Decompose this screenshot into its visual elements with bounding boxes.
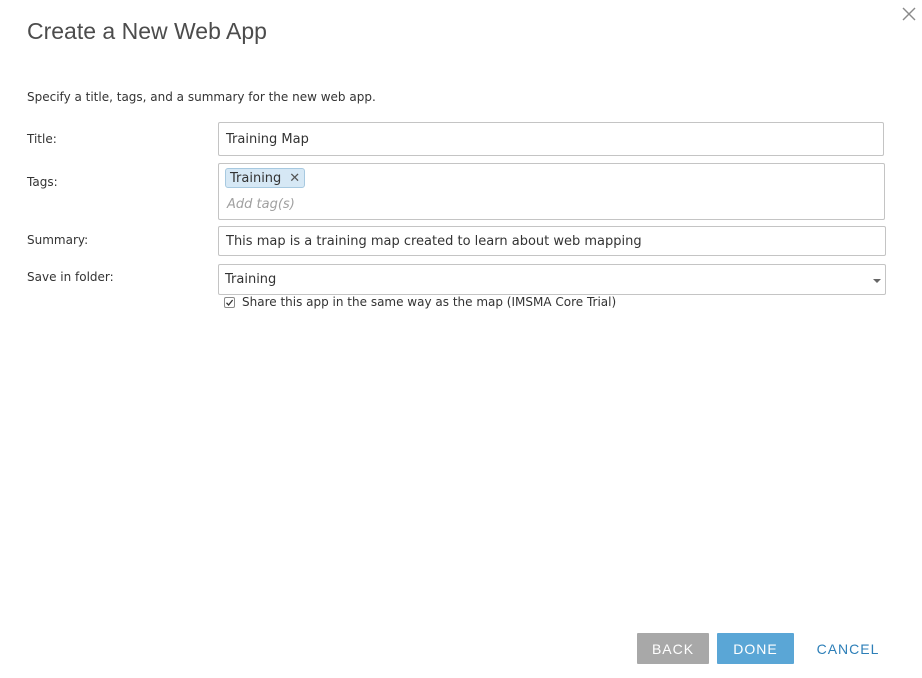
summary-label: Summary: [27, 233, 89, 247]
tags-input[interactable]: Training ✕ Add tag(s) [218, 163, 885, 220]
tag-chip: Training ✕ [225, 168, 306, 188]
chevron-down-icon [873, 279, 881, 283]
back-button[interactable]: BACK [637, 633, 709, 664]
cancel-button[interactable]: CANCEL [809, 633, 887, 664]
checkmark-icon [226, 299, 234, 306]
title-input-value: Training Map [226, 131, 309, 147]
close-icon[interactable] [901, 6, 917, 22]
share-option: Share this app in the same way as the ma… [224, 295, 616, 309]
folder-label: Save in folder: [27, 270, 114, 284]
tag-chip-label: Training [230, 170, 282, 186]
dialog-title: Create a New Web App [27, 18, 267, 44]
title-label: Title: [27, 132, 57, 146]
share-checkbox[interactable] [224, 297, 235, 308]
share-label: Share this app in the same way as the ma… [242, 295, 617, 309]
folder-select-value: Training [225, 272, 277, 287]
summary-input-value: This map is a training map created to le… [226, 233, 642, 249]
tag-add-input[interactable]: Add tag(s) [227, 197, 295, 212]
tag-remove-icon[interactable]: ✕ [289, 172, 300, 185]
create-web-app-dialog: Create a New Web App Specify a title, ta… [0, 0, 922, 678]
title-input[interactable]: Training Map [218, 122, 884, 156]
folder-select[interactable]: Training [218, 264, 886, 295]
tags-label: Tags: [27, 175, 58, 189]
done-button[interactable]: DONE [717, 633, 794, 664]
summary-input[interactable]: This map is a training map created to le… [218, 226, 886, 256]
instructions-text: Specify a title, tags, and a summary for… [27, 90, 376, 104]
